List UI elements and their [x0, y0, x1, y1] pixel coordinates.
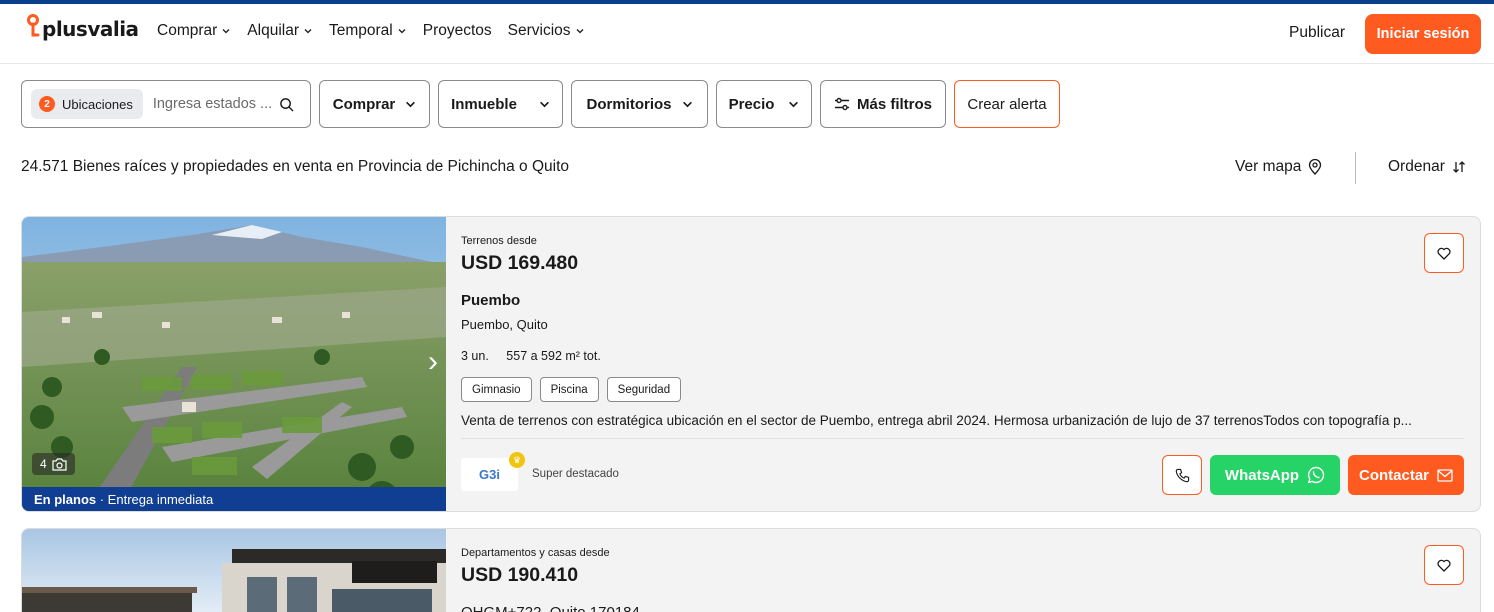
- chevron-down-icon: [682, 101, 692, 107]
- locations-chip-label: Ubicaciones: [62, 96, 133, 112]
- mail-icon: [1437, 468, 1453, 482]
- bedrooms-filter[interactable]: Dormitorios: [571, 80, 708, 128]
- listing-info: Terrenos desde USD 169.480 Puembo Puembo…: [461, 217, 1480, 511]
- create-alert-label: Crear alerta: [967, 95, 1047, 113]
- listing-title[interactable]: QHGM+722, Quito 170184: [461, 604, 640, 612]
- pin-logo-icon: [27, 14, 40, 37]
- sort-label: Ordenar: [1388, 158, 1445, 175]
- chevron-down-icon: [539, 101, 549, 107]
- delivery-banner: En planos · Entrega inmediata: [22, 487, 446, 511]
- main-nav: Comprar Alquilar Temporal Proyectos Serv…: [157, 22, 585, 40]
- site-header: plusvalia Comprar Alquilar Temporal Proy…: [0, 4, 1494, 64]
- next-photo-arrow[interactable]: ›: [428, 347, 438, 377]
- location-filter[interactable]: 2 Ubicaciones: [21, 80, 311, 128]
- call-button[interactable]: [1162, 455, 1202, 495]
- sort-arrows-icon: [1452, 161, 1465, 173]
- whatsapp-label: WhatsApp: [1224, 466, 1300, 484]
- nav-temporal[interactable]: Temporal: [329, 22, 407, 40]
- price-label: Terrenos desde: [461, 235, 537, 247]
- chevron-down-icon: [304, 29, 312, 34]
- listing-card[interactable]: › 4 En planos · Entrega inmediata Terren…: [21, 216, 1481, 512]
- listing-description: Venta de terrenos con estratégica ubicac…: [461, 413, 1412, 428]
- listing-photo[interactable]: › 4 En planos · Entrega inmediata: [22, 217, 446, 511]
- favorite-button[interactable]: [1424, 545, 1464, 585]
- listing-info: Departamentos y casas desde USD 190.410 …: [461, 529, 1480, 612]
- units-feature: 3 un.: [461, 349, 489, 363]
- nav-comprar-label: Comprar: [157, 22, 218, 39]
- heart-icon: [1437, 247, 1451, 260]
- area-feature: 557 a 592 m² tot.: [506, 349, 601, 363]
- listing-price: USD 169.480: [461, 252, 579, 274]
- chevron-down-icon: [222, 29, 230, 34]
- price-filter[interactable]: Precio: [716, 80, 812, 128]
- price-filter-label: Precio: [728, 95, 775, 113]
- phone-icon: [1175, 468, 1189, 482]
- listing-photo[interactable]: [22, 529, 446, 612]
- nav-servicios[interactable]: Servicios: [508, 22, 585, 40]
- amenity-tag: Piscina: [539, 377, 599, 402]
- listing-card[interactable]: Departamentos y casas desde USD 190.410 …: [21, 528, 1481, 612]
- price-label: Departamentos y casas desde: [461, 547, 610, 559]
- sort-button[interactable]: Ordenar: [1388, 158, 1466, 176]
- amenity-tag: Gimnasio: [461, 377, 532, 402]
- login-button[interactable]: Iniciar sesión: [1365, 14, 1481, 54]
- map-pin-icon: [1309, 159, 1322, 175]
- sliders-icon: [834, 97, 849, 111]
- delivery-banner-rest: · Entrega inmediata: [96, 491, 214, 507]
- whatsapp-button[interactable]: WhatsApp: [1210, 455, 1340, 495]
- more-filters-label: Más filtros: [856, 95, 932, 113]
- highlight-label: Super destacado: [532, 468, 619, 480]
- view-map-label: Ver mapa: [1235, 158, 1302, 175]
- card-divider: [461, 438, 1464, 439]
- photo-count-badge[interactable]: 4: [32, 453, 75, 475]
- location-search-input[interactable]: [152, 96, 275, 112]
- create-alert-button[interactable]: Crear alerta: [954, 80, 1060, 128]
- locations-chip[interactable]: 2 Ubicaciones: [31, 89, 143, 119]
- nav-proyectos-label: Proyectos: [422, 22, 492, 39]
- chevron-down-icon: [398, 29, 406, 34]
- property-type-filter-label: Inmueble: [451, 95, 517, 113]
- amenity-tags: Gimnasio Piscina Seguridad: [461, 377, 682, 402]
- contact-button[interactable]: Contactar: [1348, 455, 1464, 495]
- favorite-button[interactable]: [1424, 233, 1464, 273]
- operation-filter-label: Comprar: [332, 95, 396, 113]
- more-filters-button[interactable]: Más filtros: [820, 80, 946, 128]
- bedrooms-filter-label: Dormitorios: [586, 95, 672, 113]
- building-photo-illustration: [22, 529, 446, 612]
- listing-price: USD 190.410: [461, 564, 579, 586]
- listing-title[interactable]: Puembo: [461, 292, 520, 309]
- chevron-down-icon: [406, 101, 416, 107]
- heart-icon: [1437, 559, 1451, 572]
- whatsapp-icon: [1307, 466, 1325, 484]
- locations-count-badge: 2: [39, 96, 55, 112]
- nav-proyectos[interactable]: Proyectos: [423, 22, 492, 40]
- amenity-tag: Seguridad: [606, 377, 682, 402]
- nav-alquilar-label: Alquilar: [247, 22, 299, 39]
- listing-features: 3 un. 557 a 592 m² tot.: [461, 349, 615, 363]
- view-map-button[interactable]: Ver mapa: [1235, 158, 1322, 176]
- nav-alquilar[interactable]: Alquilar: [247, 22, 313, 40]
- contact-label: Contactar: [1358, 466, 1429, 484]
- chevron-down-icon: [576, 29, 584, 34]
- delivery-banner-strong: En planos: [34, 491, 97, 507]
- nav-comprar[interactable]: Comprar: [157, 22, 231, 40]
- listing-location: Puembo, Quito: [461, 317, 548, 332]
- logo-text: plusvalia: [42, 17, 139, 41]
- plusvalia-logo[interactable]: plusvalia: [26, 13, 139, 43]
- results-title: 24.571 Bienes raíces y propiedades en ve…: [21, 158, 570, 175]
- photo-count-value: 4: [40, 457, 47, 471]
- camera-icon: [52, 457, 67, 471]
- search-icon[interactable]: [279, 97, 294, 112]
- chevron-down-icon: [789, 101, 799, 107]
- property-type-filter[interactable]: Inmueble: [438, 80, 563, 128]
- aerial-photo-illustration: [22, 217, 446, 511]
- nav-servicios-label: Servicios: [507, 22, 571, 39]
- crown-icon: ♛: [509, 452, 525, 468]
- publish-link[interactable]: Publicar: [1289, 24, 1345, 42]
- results-divider: [1355, 152, 1356, 184]
- operation-filter[interactable]: Comprar: [319, 80, 430, 128]
- nav-temporal-label: Temporal: [329, 22, 393, 39]
